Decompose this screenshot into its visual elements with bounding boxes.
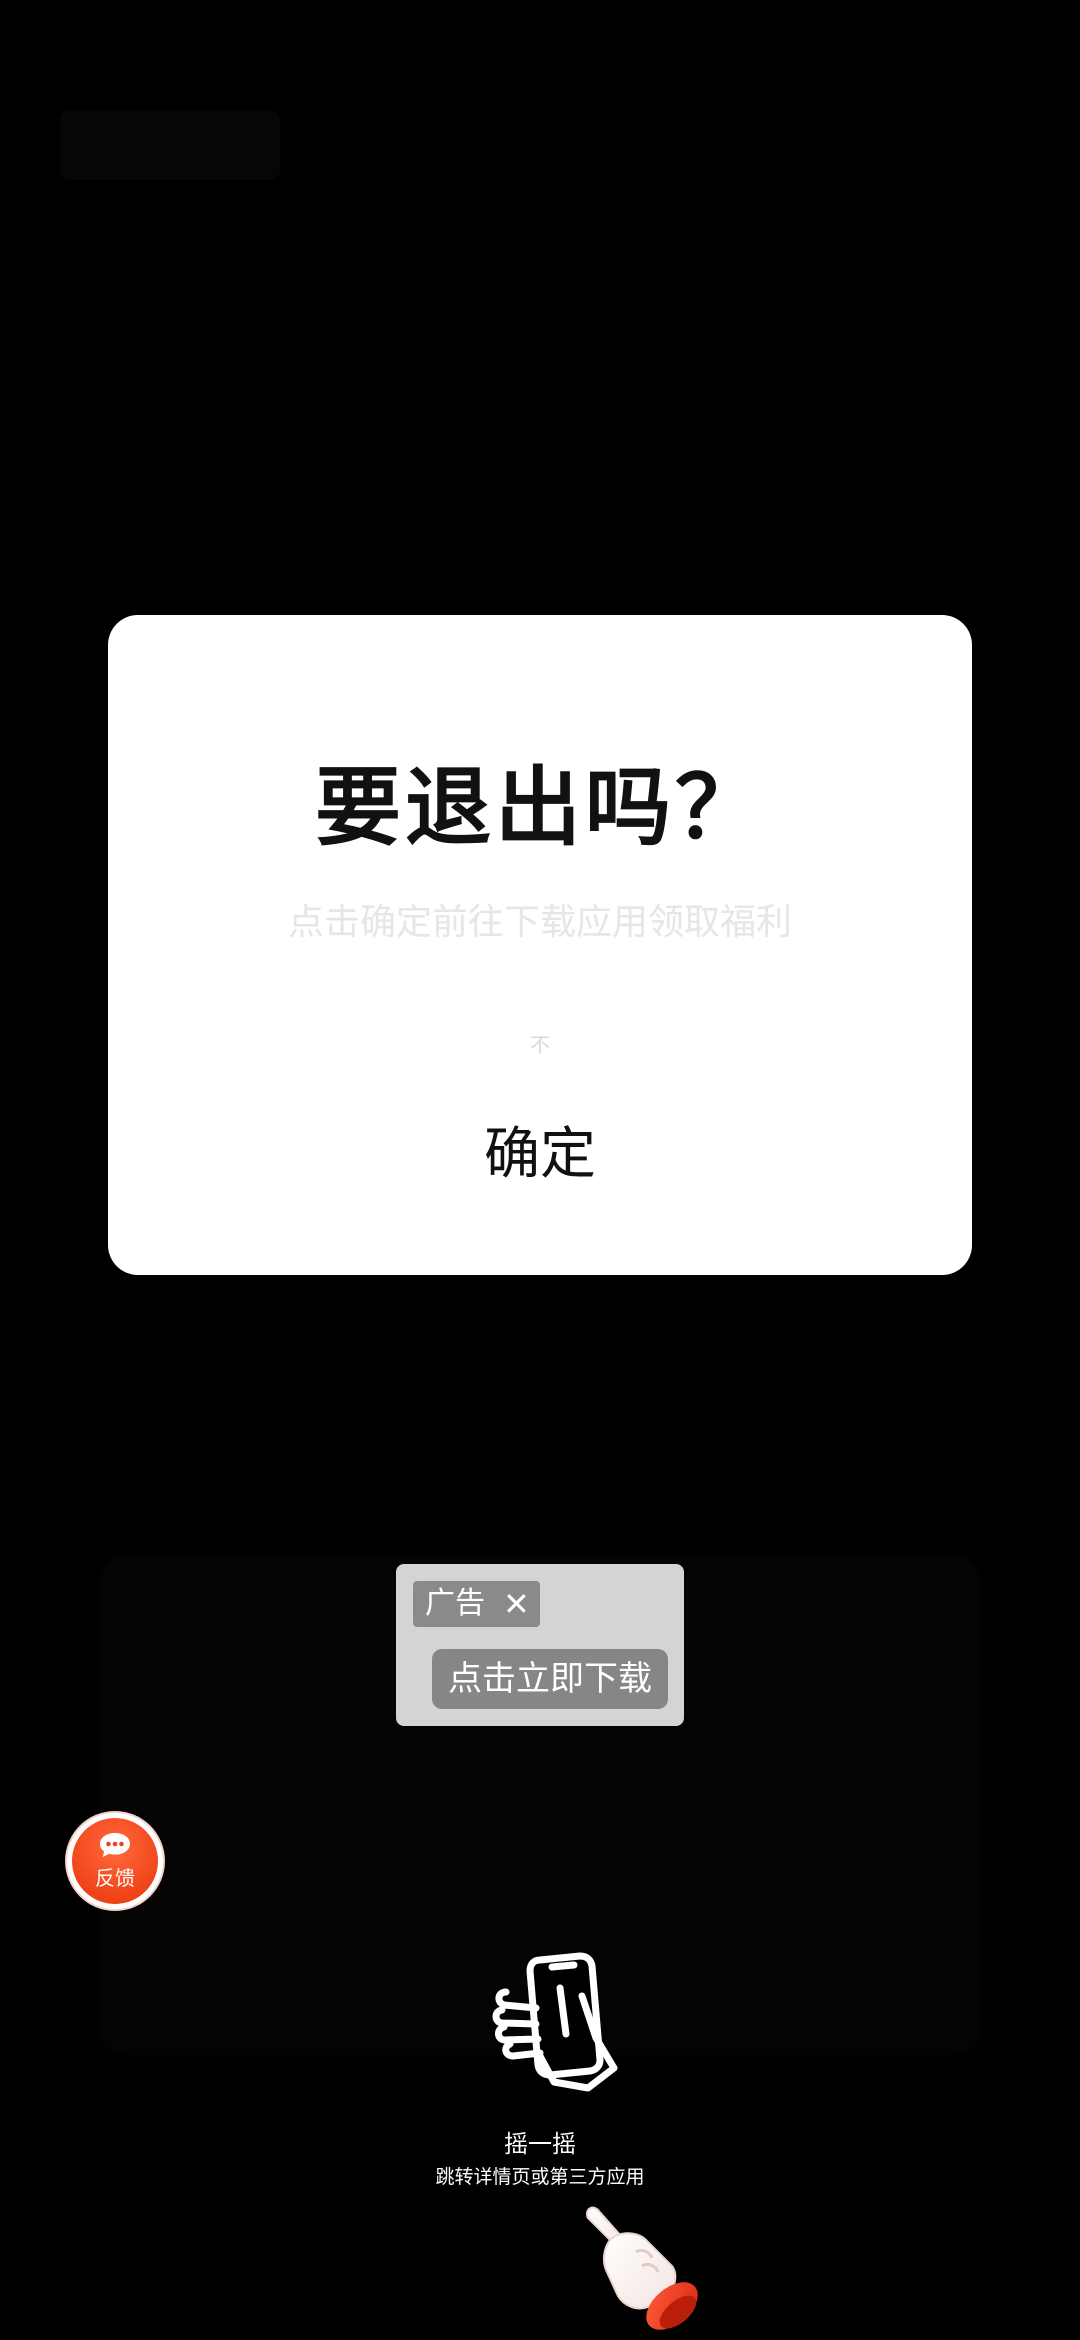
feedback-button[interactable]: 反馈: [67, 1813, 163, 1909]
ad-tag: 广告 ✕: [413, 1581, 540, 1627]
ad-tag-label: 广告: [425, 1586, 485, 1621]
exit-dialog: 要退出吗？ 点击确定前往下载应用领取福利 不 确定: [108, 615, 972, 1275]
feedback-label: 反馈: [95, 1866, 135, 1890]
ad-box[interactable]: 广告 ✕ 点击立即下载: [396, 1564, 684, 1726]
pointing-hand-icon: [586, 2206, 698, 2330]
screen: 要退出吗？ 点击确定前往下载应用领取福利 不 确定 广告 ✕ 点击立即下载 反馈: [0, 0, 1080, 2340]
confirm-button[interactable]: 确定: [390, 1110, 690, 1200]
shake-subtitle: 跳转详情页或第三方应用: [435, 2166, 645, 2188]
feedback-button-face: 反馈: [72, 1818, 158, 1904]
dialog-title: 要退出吗？: [315, 758, 765, 858]
cancel-button[interactable]: 不: [108, 1035, 972, 1055]
dialog-subtitle: 点击确定前往下载应用领取福利: [287, 902, 792, 943]
chat-bubble-icon: [100, 1833, 130, 1857]
background-header: [60, 110, 280, 180]
shake-title: 摇一摇: [504, 2130, 576, 2158]
download-now-button[interactable]: 点击立即下载: [432, 1649, 668, 1709]
ad-close-icon[interactable]: ✕: [503, 1588, 530, 1620]
shake-phone-icon: [492, 1952, 618, 2092]
